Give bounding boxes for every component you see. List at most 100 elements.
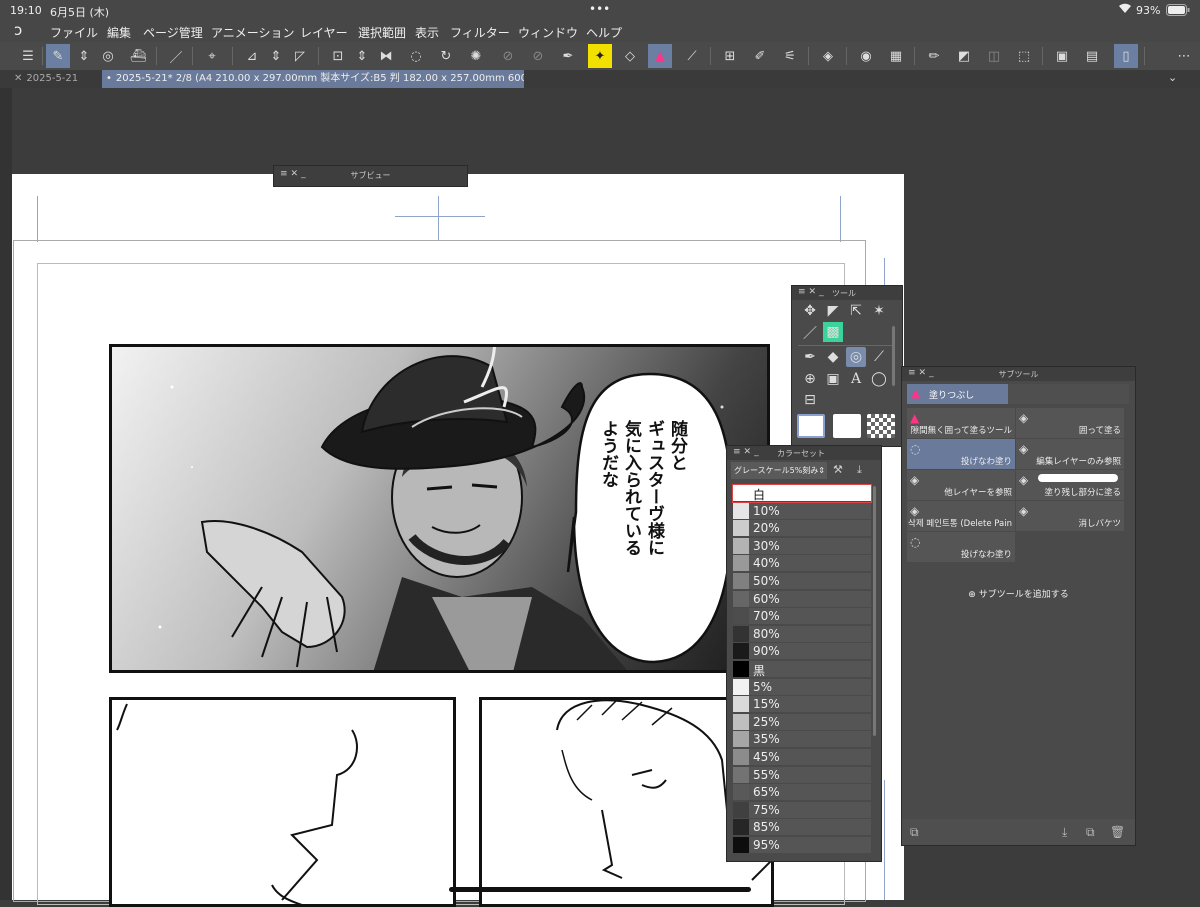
color-set-item[interactable]: 20% xyxy=(733,520,871,538)
sub-color-swatch[interactable] xyxy=(833,414,861,438)
pencil-line-icon[interactable]: ✏ xyxy=(922,44,946,68)
pen-nib-icon[interactable]: ✒ xyxy=(556,44,580,68)
clip-studio-logo-icon[interactable]: ↄ xyxy=(14,21,22,39)
gradient-mesh-icon[interactable]: ⊕ xyxy=(800,369,820,389)
colorset-dropdown[interactable]: グレースケール5%刻み ⇕ xyxy=(731,462,827,479)
wrench-icon[interactable]: ⚒ xyxy=(833,463,843,476)
menu-animation[interactable]: アニメーション xyxy=(211,24,295,41)
text-select-icon[interactable]: ⊞ xyxy=(718,44,742,68)
panel-controls-icon[interactable]: ≡✕_ xyxy=(798,287,827,297)
color-set-item[interactable]: 95% xyxy=(733,837,871,854)
home-indicator[interactable] xyxy=(449,887,751,892)
ship-icon[interactable]: ⛴ xyxy=(126,44,150,68)
color-set-item[interactable]: 5% xyxy=(733,678,871,696)
settings-icon[interactable]: ⧉ xyxy=(910,825,919,840)
color-set-item[interactable]: 90% xyxy=(733,643,871,661)
tone-tool-icon[interactable]: ▩ xyxy=(823,322,843,342)
subtool-edit-layer-only[interactable]: ◈ 編集レイヤーのみ参照 xyxy=(1016,439,1124,469)
color-set-item[interactable]: 40% xyxy=(733,555,871,573)
layers-icon[interactable]: ◈ xyxy=(816,44,840,68)
loading-icon[interactable]: ✺ xyxy=(464,44,488,68)
color-set-item[interactable]: 15% xyxy=(733,696,871,714)
line-tool-icon[interactable]: ／ xyxy=(800,323,820,343)
color-set-item[interactable]: 55% xyxy=(733,766,871,784)
color-set-item[interactable]: 50% xyxy=(733,573,871,590)
eraser-icon[interactable]: ◇ xyxy=(618,44,642,68)
tab-document-active[interactable]: • 2025-5-21* 2/8 (A4 210.00 x 297.00mm 製本… xyxy=(102,70,524,88)
color-set-item[interactable]: 75% xyxy=(733,801,871,819)
close-icon[interactable]: ✕ xyxy=(14,73,22,84)
transparent-swatch[interactable] xyxy=(867,414,895,438)
menu-help[interactable]: ヘルプ xyxy=(586,24,622,41)
color-set-item[interactable]: 65% xyxy=(733,784,871,802)
color-set-item[interactable]: 60% xyxy=(733,590,871,608)
tool-scrollbar[interactable] xyxy=(892,326,895,386)
tablet-icon[interactable]: ▯ xyxy=(1114,44,1138,68)
balloon-tool-icon[interactable]: ◯ xyxy=(869,369,889,389)
color-set-item[interactable]: 85% xyxy=(733,819,871,837)
link-icon[interactable]: ⊘ xyxy=(496,44,520,68)
color-set-item[interactable]: 30% xyxy=(733,537,871,555)
perspective-icon[interactable]: ◸ xyxy=(288,44,312,68)
menu-view[interactable]: 表示 xyxy=(415,24,439,41)
menu-selection[interactable]: 選択範囲 xyxy=(358,24,406,41)
subtool-fill-gap[interactable]: ▲ 隙間無く囲って塗るツール xyxy=(907,408,1015,438)
updown-icon[interactable]: ⇕ xyxy=(264,44,288,68)
ruler-icon[interactable]: ⊿ xyxy=(240,44,264,68)
subtool-lasso-fill-2[interactable]: ◌ 投げなわ塗り xyxy=(907,532,1015,562)
tool-panel[interactable]: ≡✕_ ツール ✥ ◤ ⇱ ✶ ／ ▩ ✒ ◆ ◎ ⟋ ⊕ ▣ A ◯ ⊟ xyxy=(791,285,903,447)
color-set-item[interactable]: 10% xyxy=(733,502,871,520)
circle-icon[interactable]: ◉ xyxy=(854,44,878,68)
pen-icon[interactable]: ／ xyxy=(164,44,188,68)
chevron-down-icon[interactable]: ⌄ xyxy=(1168,71,1177,84)
color-set-item[interactable]: 白 xyxy=(732,484,872,503)
modify-mode-icon[interactable]: ✎ xyxy=(46,44,70,68)
import-icon[interactable]: ⤓ xyxy=(857,463,862,477)
pen-tool-icon[interactable]: ✒ xyxy=(800,347,820,367)
subtool-lasso-fill[interactable]: ◌ 投げなわ塗り xyxy=(907,439,1015,469)
square-icon[interactable]: ◫ xyxy=(982,44,1006,68)
sparkle-icon[interactable]: ✦ xyxy=(588,44,612,68)
text-tool-icon[interactable]: A xyxy=(846,369,866,389)
trash-icon[interactable]: 🗑 xyxy=(1110,825,1125,839)
panel-controls-icon[interactable]: ≡✕_ xyxy=(733,447,762,457)
add-subtool-button[interactable]: ⊕ サブツールを追加する xyxy=(902,587,1135,600)
frame-tool-icon[interactable]: ⊟ xyxy=(800,390,820,410)
move-tool-icon[interactable]: ✥ xyxy=(800,301,820,321)
eyedropper-tool-icon[interactable]: ⟋ xyxy=(869,347,889,367)
subtool-refer-other-layer[interactable]: ◈ 他レイヤーを参照 xyxy=(907,470,1015,500)
subtool-enclose-fill[interactable]: ◈ 囲って塗る xyxy=(1016,408,1124,438)
color-set-item[interactable]: 25% xyxy=(733,713,871,731)
multitask-dots[interactable]: ••• xyxy=(589,2,610,16)
updown-icon[interactable]: ⇕ xyxy=(350,44,374,68)
eraser-tool-icon[interactable]: ◆ xyxy=(823,347,843,367)
spiral-icon[interactable]: ◎ xyxy=(96,44,120,68)
colorset-scrollbar[interactable] xyxy=(873,486,876,736)
gradient-tool-icon[interactable]: ▣ xyxy=(823,369,843,389)
ellipsis-icon[interactable]: ⋯ xyxy=(1172,44,1196,68)
brush-icon[interactable]: ✐ xyxy=(748,44,772,68)
lasso-icon[interactable]: ◌ xyxy=(404,44,428,68)
color-set-item[interactable]: 35% xyxy=(733,731,871,749)
fill-bucket-icon[interactable]: ▲ xyxy=(648,44,672,68)
operation-tool-icon[interactable]: ◤ xyxy=(823,301,843,321)
import-icon[interactable]: ⤓ xyxy=(1062,825,1067,840)
eyedropper-icon[interactable]: ⟋ xyxy=(680,44,704,68)
object-select-icon[interactable]: ⌖ xyxy=(200,44,224,68)
hamburger-menu-icon[interactable]: ☰ xyxy=(16,44,40,68)
flip-icon[interactable]: ⧓ xyxy=(374,44,398,68)
settings-sliders-icon[interactable]: ⚟ xyxy=(778,44,802,68)
menu-filter[interactable]: フィルター xyxy=(450,24,510,41)
magic-wand-icon[interactable]: ✶ xyxy=(869,301,889,321)
select-arrow-icon[interactable]: ⇱ xyxy=(846,301,866,321)
menu-edit[interactable]: 編集 xyxy=(107,24,131,41)
manga-panel-2[interactable] xyxy=(109,697,456,907)
menu-file[interactable]: ファイル xyxy=(50,24,98,41)
main-color-swatch[interactable] xyxy=(797,414,825,438)
film-icon[interactable]: ▣ xyxy=(1050,44,1074,68)
subtool-panel[interactable]: ≡✕_ サブツール ▲ 塗りつぶし ▲ 隙間無く囲って塗るツール ◈ 囲って塗る… xyxy=(901,366,1136,846)
subtool-delete-paint[interactable]: ◈ 삭제 페인트통 (Delete Pain xyxy=(907,501,1015,531)
color-set-panel[interactable]: ≡✕_ カラーセット グレースケール5%刻み ⇕ ⚒ ⤓ 白 10% 20% 30% 4… xyxy=(726,445,882,862)
color-set-item[interactable]: 45% xyxy=(733,749,871,766)
tab-document-inactive[interactable]: ✕ 2025-5-21 xyxy=(14,70,100,88)
